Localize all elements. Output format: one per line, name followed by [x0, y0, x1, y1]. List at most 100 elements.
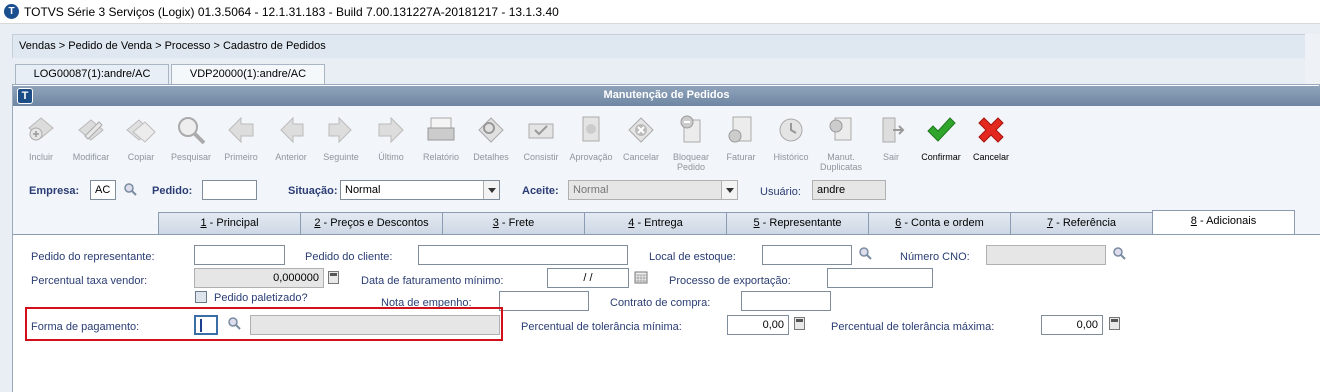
- empresa-lookup-icon[interactable]: [123, 182, 137, 196]
- edit-icon: [78, 119, 104, 141]
- bloquear-pedido-button[interactable]: Bloquear Pedido: [666, 114, 716, 172]
- copiar-button[interactable]: Copiar: [116, 114, 166, 162]
- numero-cno-lookup-icon[interactable]: [1112, 246, 1126, 260]
- aceite-label: Aceite:: [522, 185, 559, 197]
- data-faturamento-label: Data de faturamento mínimo:: [361, 275, 504, 287]
- window-tab-vdp20000[interactable]: VDP20000(1):andre/AC: [171, 64, 325, 84]
- tab-precos-descontos[interactable]: 2 - Preços e Descontos: [300, 212, 443, 234]
- ultimo-button[interactable]: Último: [366, 114, 416, 162]
- incluir-button[interactable]: Incluir: [16, 114, 66, 162]
- primeiro-button[interactable]: Primeiro: [216, 114, 266, 162]
- last-icon: [378, 116, 404, 144]
- previous-icon: [280, 116, 304, 144]
- aprovacao-button[interactable]: Aprovação: [566, 114, 616, 162]
- tab-adicionais[interactable]: 8 - Adicionais: [1152, 210, 1295, 234]
- local-estoque-lookup-icon[interactable]: [858, 246, 872, 260]
- cancelar-button[interactable]: Cancelar: [966, 114, 1016, 162]
- pedido-label: Pedido:: [152, 185, 193, 197]
- calculator-icon[interactable]: [794, 317, 805, 330]
- app-title-bar: T TOTVS Série 3 Serviços (Logix) 01.3.50…: [0, 0, 1320, 24]
- window-title: Manutenção de Pedidos: [603, 89, 730, 101]
- tolerancia-maxima-label: Percentual de tolerância máxima:: [831, 321, 995, 333]
- pedido-representante-label: Pedido do representante:: [31, 251, 155, 263]
- first-icon: [228, 116, 254, 144]
- printer-icon: [427, 117, 455, 141]
- pedido-field[interactable]: [202, 180, 257, 200]
- numero-cno-label: Número CNO:: [900, 251, 970, 263]
- chevron-down-icon[interactable]: [721, 181, 737, 199]
- faturar-button[interactable]: Faturar: [716, 114, 766, 162]
- copy-icon: [126, 119, 156, 143]
- calculator-icon[interactable]: [328, 271, 339, 284]
- pedido-cliente-field[interactable]: [418, 245, 628, 265]
- history-icon: [779, 118, 803, 142]
- seguinte-button[interactable]: Seguinte: [316, 114, 366, 162]
- contrato-compra-field[interactable]: [741, 291, 831, 311]
- tolerancia-minima-field[interactable]: 0,00: [727, 315, 789, 335]
- app-title: TOTVS Série 3 Serviços (Logix) 01.3.5064…: [24, 5, 559, 19]
- empresa-label: Empresa:: [29, 185, 80, 197]
- tab-conta-ordem[interactable]: 6 - Conta e ordem: [868, 212, 1011, 234]
- invoice-icon: [728, 116, 752, 143]
- approval-icon: [582, 116, 600, 142]
- pedido-paletizado-checkbox[interactable]: [195, 291, 207, 303]
- relatorio-button[interactable]: Relatório: [416, 114, 466, 162]
- pesquisar-button[interactable]: Pesquisar: [166, 114, 216, 162]
- pedido-representante-field[interactable]: [194, 245, 285, 265]
- exit-icon: [882, 117, 905, 143]
- window-header: T Manutenção de Pedidos: [13, 86, 1320, 106]
- detalhes-button[interactable]: Detalhes: [466, 114, 516, 162]
- percentual-taxa-label: Percentual taxa vendor:: [31, 275, 148, 287]
- details-icon: [478, 117, 504, 143]
- aceite-select[interactable]: Normal: [568, 180, 738, 200]
- percentual-taxa-field: 0,000000: [194, 268, 324, 288]
- consistir-button[interactable]: Consistir: [516, 114, 566, 162]
- modificar-button[interactable]: Modificar: [66, 114, 116, 162]
- search-icon: [178, 117, 206, 145]
- situacao-select[interactable]: Normal: [340, 180, 500, 200]
- contrato-compra-label: Contrato de compra:: [610, 297, 711, 309]
- local-estoque-label: Local de estoque:: [649, 251, 736, 263]
- historico-button[interactable]: Histórico: [766, 114, 816, 162]
- calculator-icon[interactable]: [1109, 317, 1120, 330]
- tolerancia-minima-label: Percentual de tolerância mínima:: [521, 321, 682, 333]
- cancel-circle-icon: [628, 117, 654, 143]
- anterior-button[interactable]: Anterior: [266, 114, 316, 162]
- processo-exportacao-field[interactable]: [827, 268, 933, 288]
- checkmark-icon: [927, 117, 956, 142]
- chevron-down-icon[interactable]: [483, 181, 499, 199]
- pedido-cliente-label: Pedido do cliente:: [305, 251, 393, 263]
- window-tab-log00087[interactable]: LOG00087(1):andre/AC: [15, 64, 169, 84]
- block-icon: [680, 115, 701, 143]
- tab-principal[interactable]: 1 - Principal: [158, 212, 301, 234]
- usuario-field: andre: [812, 180, 886, 200]
- numero-cno-field: [986, 245, 1106, 265]
- empresa-field[interactable]: AC: [90, 180, 116, 200]
- processo-exportacao-label: Processo de exportação:: [669, 275, 791, 287]
- nota-empenho-field[interactable]: [499, 291, 589, 311]
- breadcrumb-text: Vendas > Pedido de Venda > Processo > Ca…: [19, 40, 326, 52]
- highlight-box: [25, 307, 503, 341]
- cancelar-disabled-button[interactable]: Cancelar: [616, 114, 666, 162]
- close-x-icon: [978, 117, 1004, 143]
- tolerancia-maxima-field[interactable]: 0,00: [1041, 315, 1103, 335]
- usuario-label: Usuário:: [760, 186, 801, 198]
- toolbar: Incluir Modificar Copiar Pesquisar Prime…: [13, 106, 1320, 174]
- validate-icon: [528, 123, 554, 139]
- tab-referencia[interactable]: 7 - Referência: [1010, 212, 1153, 234]
- confirmar-button[interactable]: Confirmar: [916, 114, 966, 162]
- content-tabs: 1 - Principal 2 - Preços e Descontos 3 -…: [13, 210, 1320, 234]
- breadcrumb: Vendas > Pedido de Venda > Processo > Ca…: [12, 34, 1320, 58]
- sair-button[interactable]: Sair: [866, 114, 916, 162]
- next-icon: [328, 116, 352, 144]
- manut-duplicatas-button[interactable]: Manut. Duplicatas: [816, 114, 866, 172]
- aceite-value: Normal: [573, 184, 609, 196]
- order-header: Empresa: AC Pedido: Situação: Normal Ace…: [13, 174, 1320, 210]
- tab-entrega[interactable]: 4 - Entrega: [584, 212, 727, 234]
- tab-frete[interactable]: 3 - Frete: [442, 212, 585, 234]
- tab-representante[interactable]: 5 - Representante: [726, 212, 869, 234]
- totvs-logo-icon: T: [4, 4, 19, 19]
- local-estoque-field[interactable]: [762, 245, 852, 265]
- data-faturamento-field[interactable]: / /: [547, 268, 629, 288]
- calendar-icon[interactable]: [634, 270, 648, 284]
